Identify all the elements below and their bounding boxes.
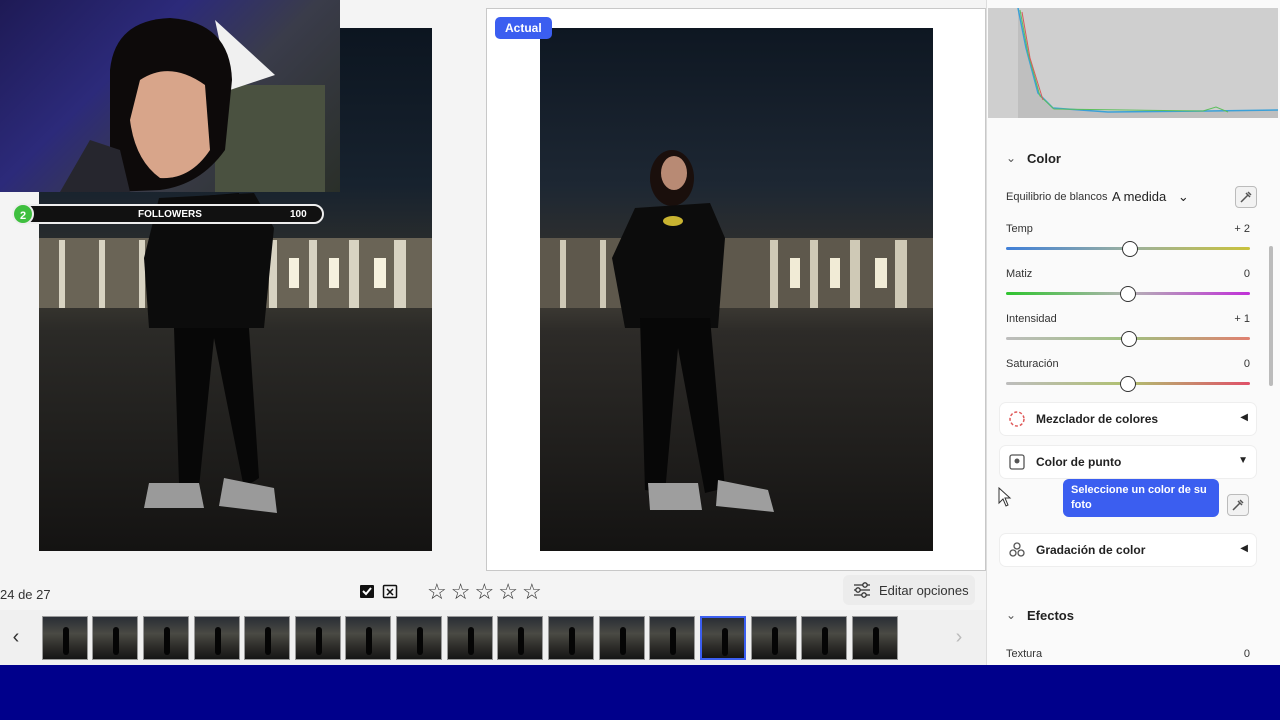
photo-counter: 24 de 27: [0, 587, 51, 602]
current-photo: [540, 28, 933, 551]
white-balance-label: Equilibrio de blancos: [1006, 191, 1108, 203]
followers-count: 2: [12, 203, 34, 225]
effects-section-title[interactable]: Efectos: [1027, 608, 1074, 623]
star-rating[interactable]: ☆ ☆ ☆ ☆ ☆: [427, 581, 542, 603]
webcam-overlay: [0, 0, 340, 192]
eyedropper-icon: [1232, 499, 1244, 511]
star-icon[interactable]: ☆: [522, 581, 542, 603]
eyedropper-icon: [1240, 191, 1252, 203]
caret-left-icon: ◀: [1240, 412, 1248, 423]
filmstrip-thumbnail[interactable]: [92, 616, 138, 660]
filmstrip-thumbnail[interactable]: [548, 616, 594, 660]
temp-value: + 2: [1234, 223, 1250, 235]
mouse-cursor-icon: [998, 487, 1012, 507]
color-mixer-section[interactable]: Mezclador de colores ◀: [1000, 403, 1256, 435]
bottom-band: [0, 665, 1280, 720]
saturation-slider-thumb[interactable]: [1120, 376, 1136, 392]
chevron-down-icon: ⌄: [1177, 189, 1189, 204]
histogram: [988, 8, 1278, 118]
filmstrip-thumbnail[interactable]: [751, 616, 797, 660]
color-grading-icon: [1009, 542, 1025, 557]
filmstrip-thumbnail-selected[interactable]: [700, 616, 746, 660]
filmstrip-thumbnail[interactable]: [143, 616, 189, 660]
current-badge: Actual: [495, 17, 552, 39]
tint-label: Matiz: [1006, 268, 1033, 280]
star-icon[interactable]: ☆: [474, 581, 494, 603]
chevron-down-icon[interactable]: ⌄: [1006, 151, 1016, 165]
white-balance-value: A medida: [1112, 189, 1167, 204]
edit-options-button[interactable]: Editar opciones: [843, 575, 975, 605]
star-icon[interactable]: ☆: [427, 581, 447, 603]
sliders-icon: [854, 582, 870, 598]
color-grading-label: Gradación de color: [1036, 543, 1146, 557]
star-icon[interactable]: ☆: [451, 581, 471, 603]
temp-slider-thumb[interactable]: [1122, 241, 1138, 257]
filmstrip-prev-button[interactable]: ‹: [6, 620, 26, 654]
tint-slider-thumb[interactable]: [1120, 286, 1136, 302]
point-color-section[interactable]: Color de punto ▼: [1000, 446, 1256, 478]
color-section-title[interactable]: Color: [1027, 151, 1061, 166]
point-color-icon: [1009, 454, 1025, 470]
tint-value: 0: [1243, 268, 1250, 280]
texture-value: 0: [1243, 648, 1250, 660]
color-mixer-icon: [1009, 411, 1025, 427]
temp-label: Temp: [1006, 223, 1033, 235]
filmstrip-next-button[interactable]: ›: [946, 620, 972, 654]
followers-label: FOLLOWERS: [138, 209, 202, 220]
filmstrip-thumbnail[interactable]: [447, 616, 493, 660]
star-icon[interactable]: ☆: [498, 581, 518, 603]
filmstrip-thumbnail[interactable]: [599, 616, 645, 660]
vibrance-slider-thumb[interactable]: [1121, 331, 1137, 347]
filmstrip-thumbnail[interactable]: [345, 616, 391, 660]
followers-goal: 100: [290, 209, 307, 220]
vibrance-value: + 1: [1234, 313, 1250, 325]
point-color-label: Color de punto: [1036, 455, 1122, 469]
color-mixer-label: Mezclador de colores: [1036, 412, 1159, 426]
filmstrip-thumbnail[interactable]: [852, 616, 898, 660]
vibrance-label: Intensidad: [1006, 313, 1057, 325]
filmstrip-thumbnail[interactable]: [649, 616, 695, 660]
saturation-value: 0: [1243, 358, 1250, 370]
point-color-hint[interactable]: Seleccione un color de su foto: [1063, 479, 1219, 517]
flag-reject-icon[interactable]: [381, 583, 399, 601]
filmstrip-thumbnail[interactable]: [244, 616, 290, 660]
caret-down-icon: ▼: [1238, 455, 1248, 466]
filmstrip-thumbnail[interactable]: [42, 616, 88, 660]
texture-label: Textura: [1006, 648, 1043, 660]
edit-options-label: Editar opciones: [879, 582, 969, 598]
color-grading-section[interactable]: Gradación de color ◀: [1000, 534, 1256, 566]
lightroom-app: Actual 2 FOLLOWERS 100 24 de 27 ☆ ☆ ☆ ☆ …: [0, 0, 1280, 720]
point-color-eyedropper-button[interactable]: [1227, 494, 1249, 516]
caret-left-icon: ◀: [1240, 543, 1248, 554]
chevron-down-icon[interactable]: ⌄: [1006, 608, 1016, 622]
panel-scrollbar[interactable]: [1269, 246, 1273, 386]
white-balance-select[interactable]: A medida ⌄: [1112, 189, 1189, 205]
filmstrip-thumbnail[interactable]: [801, 616, 847, 660]
filmstrip-thumbnail[interactable]: [396, 616, 442, 660]
filmstrip-thumbnail[interactable]: [194, 616, 240, 660]
filmstrip-thumbnail[interactable]: [295, 616, 341, 660]
flag-pick-icon[interactable]: [358, 583, 376, 601]
white-balance-eyedropper-button[interactable]: [1235, 186, 1257, 208]
filmstrip-thumbnail[interactable]: [497, 616, 543, 660]
saturation-label: Saturación: [1006, 358, 1059, 370]
